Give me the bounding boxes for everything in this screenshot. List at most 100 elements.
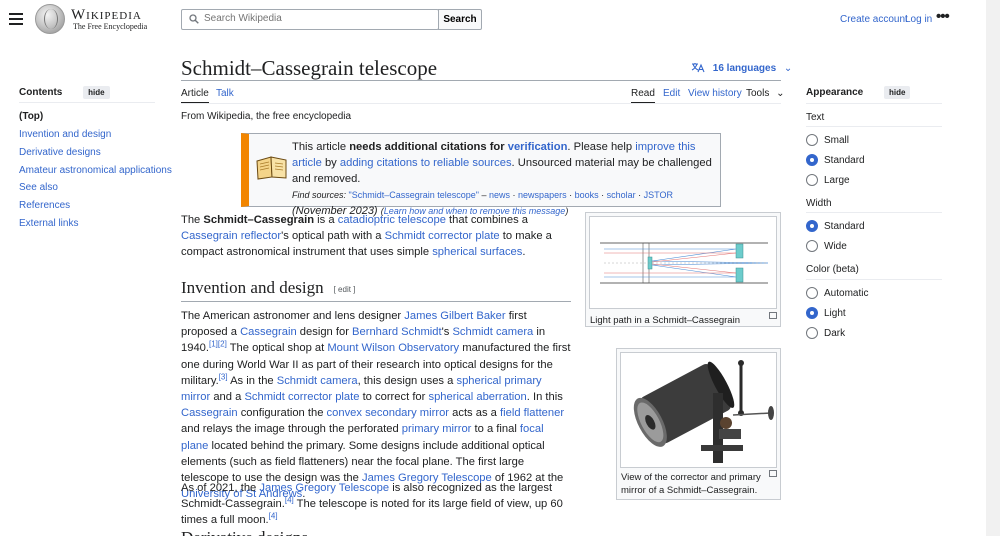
radio-label-color-light: Light — [824, 308, 846, 319]
toc-title: Contents — [19, 87, 63, 98]
page-title: Schmidt–Cassegrain telescope — [181, 56, 438, 80]
article-link[interactable]: spherical aberration — [428, 391, 526, 403]
tab-article[interactable]: Article — [181, 88, 209, 104]
citation-ref[interactable]: [3] — [219, 372, 228, 381]
toc-item-see-also[interactable]: See also — [19, 182, 58, 193]
find-sources-row: Find sources: "Schmidt–Cassegrain telesc… — [292, 190, 673, 200]
citation-ref[interactable]: [1][2] — [209, 340, 227, 349]
log-in-link[interactable]: Log in — [905, 14, 932, 25]
article-link[interactable]: convex secondary mirror — [327, 407, 449, 419]
wikipedia-globe-logo[interactable] — [35, 4, 65, 34]
tab-edit[interactable]: Edit — [663, 88, 680, 99]
search-input[interactable] — [204, 13, 429, 24]
radio-width-standard[interactable] — [806, 220, 818, 232]
tab-read[interactable]: Read — [631, 88, 655, 104]
toc-item-derivative-designs[interactable]: Derivative designs — [19, 147, 101, 158]
light-path-diagram[interactable] — [589, 216, 777, 309]
tools-label: Tools — [746, 88, 770, 99]
main-menu-button[interactable] — [9, 13, 23, 25]
figure-telescope-photo: View of the corrector and primary mirror… — [616, 348, 781, 500]
cassegrain-reflector-link[interactable]: Cassegrain reflector — [181, 230, 281, 242]
article-link[interactable]: Schmidt camera — [277, 375, 358, 387]
more-options-icon[interactable]: ••• — [936, 9, 950, 24]
article-link[interactable]: Schmidt camera — [452, 326, 533, 338]
chevron-down-icon: ⌄ — [783, 63, 793, 74]
article-link[interactable]: Mount Wilson Observatory — [327, 342, 459, 354]
light-path-svg — [600, 242, 769, 284]
telescope-photo-svg — [621, 353, 776, 467]
radio-label-color-automatic: Automatic — [824, 288, 869, 299]
enlarge-icon[interactable] — [769, 470, 777, 477]
intro-paragraph: The Schmidt–Cassegrain is a catadioptric… — [181, 212, 571, 261]
tab-talk[interactable]: Talk — [216, 88, 234, 99]
verification-link[interactable]: verification — [508, 141, 568, 153]
appearance-divider — [806, 126, 942, 127]
search-icon — [189, 14, 199, 24]
toc-item-top[interactable]: (Top) — [19, 111, 43, 122]
translate-icon — [691, 63, 705, 73]
paragraph-text: As in the — [227, 374, 277, 387]
dash-sep: – — [479, 190, 490, 200]
radio-label-color-dark: Dark — [824, 328, 846, 339]
search-button[interactable]: Search — [438, 9, 482, 30]
figure-light-path: Light path in a Schmidt–Cassegrain — [585, 212, 781, 327]
toc-item-references[interactable]: References — [19, 200, 70, 211]
citation-ref[interactable]: [4] — [269, 512, 278, 521]
search-box[interactable] — [181, 9, 439, 30]
article-link[interactable]: Bernhard Schmidt — [352, 326, 442, 338]
source-books-link[interactable]: books — [575, 190, 599, 200]
intro-subject: Schmidt–Cassegrain — [203, 214, 315, 226]
article-link[interactable]: primary mirror — [402, 423, 472, 435]
radio-color-dark[interactable] — [806, 327, 818, 339]
appearance-hide-button[interactable]: hide — [884, 86, 911, 99]
article-link[interactable]: Schmidt corrector plate — [244, 391, 359, 403]
spherical-surfaces-link[interactable]: spherical surfaces — [432, 246, 522, 258]
radio-text-standard[interactable] — [806, 154, 818, 166]
tab-view-history[interactable]: View history — [688, 88, 742, 99]
radio-color-automatic[interactable] — [806, 287, 818, 299]
source-news-link[interactable]: news — [489, 190, 510, 200]
find-sources-label: Find sources: — [292, 190, 347, 200]
radio-text-small[interactable] — [806, 134, 818, 146]
source-newspapers-link[interactable]: newspapers — [518, 190, 567, 200]
telescope-photo[interactable] — [620, 352, 777, 468]
language-count: 16 languages — [712, 63, 777, 74]
toc-hide-button[interactable]: hide — [83, 86, 110, 99]
article-link[interactable]: Cassegrain — [181, 407, 238, 419]
create-account-link[interactable]: Create account — [840, 14, 908, 25]
language-selector[interactable]: 16 languages ⌄ — [691, 62, 792, 74]
article-link[interactable]: James Gregory Telescope — [259, 482, 389, 494]
intro-text: is a — [314, 214, 338, 226]
source-query-link[interactable]: "Schmidt–Cassegrain telescope" — [349, 190, 479, 200]
toc-item-invention-and-design[interactable]: Invention and design — [19, 129, 111, 140]
enlarge-icon[interactable] — [769, 312, 777, 319]
catadioptric-telescope-link[interactable]: catadioptric telescope — [338, 214, 446, 226]
paragraph-text: design for — [296, 326, 353, 339]
article-link[interactable]: James Gilbert Baker — [404, 310, 505, 322]
paragraph-text: and a — [210, 391, 245, 404]
figure-caption: View of the corrector and primary mirror… — [621, 472, 761, 496]
section-divider — [181, 301, 571, 302]
paragraph-text: . In this — [526, 391, 563, 404]
radio-width-wide[interactable] — [806, 240, 818, 252]
paragraph-text: 's — [441, 326, 453, 339]
appearance-divider — [806, 103, 942, 104]
radio-text-large[interactable] — [806, 174, 818, 186]
article-link[interactable]: field flattener — [500, 407, 564, 419]
source-scholar-link[interactable]: scholar — [607, 190, 636, 200]
adding-citations-link[interactable]: adding citations to reliable sources — [340, 157, 512, 169]
tools-menu[interactable]: Tools ⌄ — [746, 88, 785, 99]
section-edit-link[interactable]: [ edit ] — [334, 285, 356, 294]
toc-item-external-links[interactable]: External links — [19, 218, 78, 229]
source-jstor-link[interactable]: JSTOR — [644, 190, 673, 200]
notice-text: This article needs additional citations … — [292, 139, 720, 219]
schmidt-corrector-plate-link[interactable]: Schmidt corrector plate — [385, 230, 500, 242]
notice-text-1: This article — [292, 141, 350, 153]
intro-text: . — [522, 246, 526, 259]
radio-color-light[interactable] — [806, 307, 818, 319]
citation-ref[interactable]: [4] — [285, 495, 294, 504]
article-link[interactable]: Cassegrain — [240, 326, 297, 338]
scrollbar[interactable] — [986, 0, 1000, 536]
toc-item-amateur-astronomical-applications[interactable]: Amateur astronomical applications — [19, 165, 172, 176]
invention-paragraph-1: The American astronomer and lens designe… — [181, 308, 571, 502]
